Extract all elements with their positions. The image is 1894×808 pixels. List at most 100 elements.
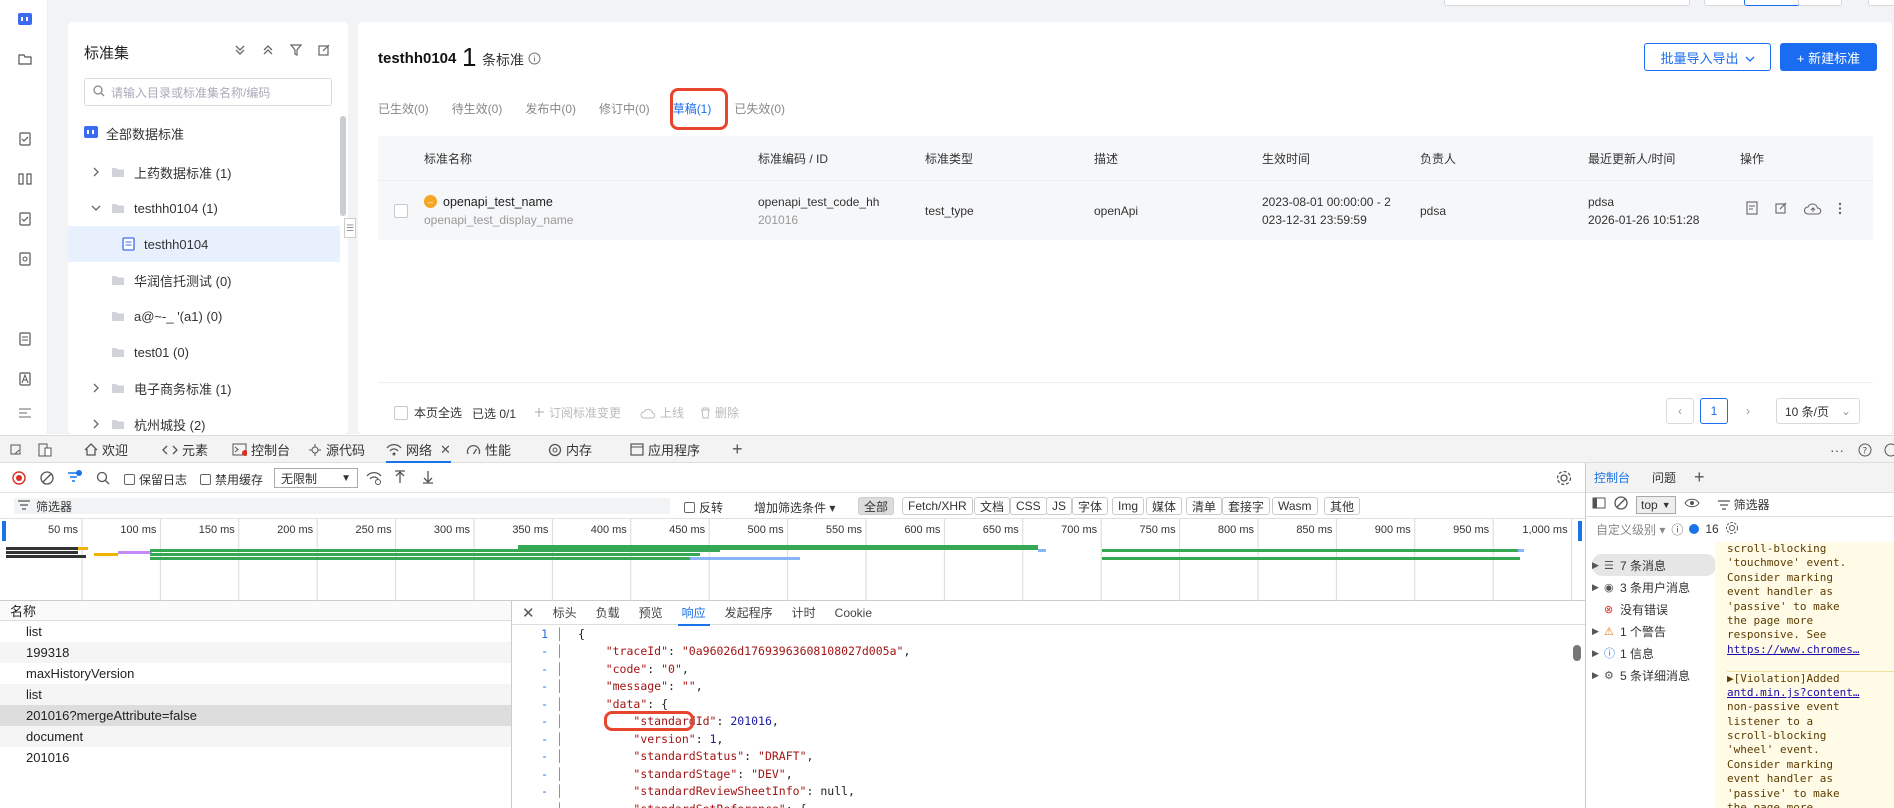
tree-node[interactable]: 电子商务标准 (1): [68, 370, 340, 406]
checklist-icon[interactable]: [14, 128, 36, 150]
chevron-right-icon[interactable]: [88, 380, 104, 396]
request-row[interactable]: list: [0, 684, 511, 705]
console-sidebar-item[interactable]: ▶ ⓘ 1 信息: [1592, 642, 1712, 664]
resource-type-filter[interactable]: 字体: [1072, 497, 1109, 515]
task-check-icon[interactable]: [14, 208, 36, 230]
row-checkbox[interactable]: [394, 203, 408, 218]
delete-button[interactable]: 删除: [700, 404, 739, 421]
import-har-icon[interactable]: [394, 470, 406, 487]
console-link[interactable]: https://www.chromes…: [1727, 643, 1894, 657]
select-all[interactable]: 本页全选: [394, 404, 462, 421]
sidebar-toggle-icon[interactable]: [1592, 497, 1606, 512]
info-icon[interactable]: [528, 52, 541, 68]
resource-type-filter[interactable]: 媒体: [1146, 497, 1183, 515]
filter-input[interactable]: 筛选器: [14, 498, 670, 514]
resource-type-filter[interactable]: Wasm: [1272, 497, 1318, 515]
close-tab-icon[interactable]: ✕: [440, 442, 451, 458]
tree-node[interactable]: testhh0104: [68, 226, 340, 262]
response-tab[interactable]: 发起程序: [725, 601, 773, 625]
filter-icon[interactable]: [288, 42, 304, 58]
console-link[interactable]: antd.min.js?content…: [1727, 686, 1894, 700]
export-har-icon[interactable]: [422, 470, 434, 487]
prev-page-button[interactable]: ‹: [1666, 398, 1694, 424]
batch-import-export-button[interactable]: 批量导入导出: [1644, 43, 1771, 71]
status-tab[interactable]: 已生效(0): [378, 90, 429, 132]
issues-count[interactable]: 16: [1705, 522, 1718, 536]
status-tab[interactable]: 已失效(0): [734, 90, 785, 132]
eye-icon[interactable]: [1684, 497, 1700, 512]
console-sidebar-item[interactable]: ▶ ⚠ 1 个警告: [1592, 620, 1712, 642]
add-tab-icon[interactable]: +: [732, 436, 743, 463]
issues-tab[interactable]: 问题: [1652, 469, 1676, 486]
timeline-canvas[interactable]: 50 ms 100 ms 150 ms 200 ms 250 ms 300 ms 350 m…: [0, 519, 1585, 601]
expand-all-icon[interactable]: [232, 42, 248, 58]
device-toolbar-icon[interactable]: [10, 436, 24, 463]
devtools-tab[interactable]: 元素: [162, 436, 208, 463]
document-icon[interactable]: [14, 328, 36, 350]
new-standard-button[interactable]: + 新建标准: [1780, 43, 1877, 71]
all-standards-item[interactable]: 全部数据标准: [84, 122, 184, 144]
console-sidebar-item[interactable]: ▶ ☰ 7 条消息: [1592, 554, 1716, 576]
response-tab[interactable]: Cookie: [835, 601, 872, 625]
close-devtools-icon[interactable]: [1884, 436, 1894, 463]
standard-name[interactable]: openapi_test_name: [443, 193, 553, 211]
view-detail-icon[interactable]: [1746, 201, 1759, 220]
settings-doc-icon[interactable]: [14, 248, 36, 270]
console-settings-icon[interactable]: [1725, 521, 1739, 538]
tree-node[interactable]: 上药数据标准 (1): [68, 154, 340, 190]
status-tab[interactable]: 修订中(0): [599, 90, 650, 132]
request-row[interactable]: 201016: [0, 747, 511, 768]
resource-type-filter[interactable]: 其他: [1324, 497, 1361, 515]
console-sidebar-item[interactable]: ▶ ⚙ 5 条详细消息: [1592, 664, 1712, 686]
edit-icon[interactable]: [1775, 202, 1788, 220]
top-button-fragment[interactable]: [1868, 0, 1894, 6]
chevron-right-icon[interactable]: [88, 164, 104, 180]
devtools-tab[interactable]: 源代码: [308, 436, 365, 463]
devtools-tab[interactable]: 应用程序: [630, 436, 700, 463]
resource-type-filter[interactable]: CSS: [1010, 497, 1047, 515]
page-number[interactable]: 1: [1700, 398, 1728, 424]
resource-type-filter[interactable]: 文档: [974, 497, 1011, 515]
clear-icon[interactable]: [40, 471, 54, 488]
console-filter[interactable]: 筛选器: [1717, 496, 1770, 513]
console-tab[interactable]: 控制台: [1594, 463, 1630, 493]
resource-type-filter[interactable]: 全部: [858, 497, 895, 515]
dashboard-icon[interactable]: [14, 8, 36, 30]
levels-dropdown[interactable]: 自定义级别 ▾: [1596, 521, 1665, 538]
throttle-select[interactable]: 无限制 ▼: [274, 468, 358, 488]
devtools-tab[interactable]: 网络 ✕: [386, 436, 451, 463]
resource-type-filter[interactable]: Img: [1112, 497, 1145, 515]
resource-type-filter[interactable]: Fetch/XHR: [902, 497, 973, 515]
context-select[interactable]: top ▼: [1636, 495, 1676, 514]
search-input[interactable]: 请输入目录或标准集名称/编码: [84, 78, 332, 106]
folder-icon[interactable]: [14, 48, 36, 70]
close-pane-icon[interactable]: ✕: [522, 604, 535, 622]
disable-cache-checkbox[interactable]: 禁用缓存: [200, 471, 263, 488]
collapse-all-icon[interactable]: [260, 42, 276, 58]
console-sidebar-item[interactable]: ⊗ 没有错误: [1592, 598, 1712, 620]
tree-node[interactable]: a@~-_ '(a1) (0): [68, 298, 340, 334]
status-tab[interactable]: 发布中(0): [525, 90, 576, 132]
timeline-handle[interactable]: [2, 521, 6, 541]
select-all-checkbox[interactable]: [394, 405, 408, 420]
tree-node[interactable]: 华润信托测试 (0): [68, 262, 340, 298]
response-tab[interactable]: 负载: [596, 601, 620, 625]
response-tab[interactable]: 计时: [792, 601, 816, 625]
clear-console-icon[interactable]: [1614, 496, 1628, 513]
tree-node[interactable]: testhh0104 (1): [68, 190, 340, 226]
subscribe-button[interactable]: 订阅标准变更: [534, 404, 621, 421]
chevron-down-icon[interactable]: [88, 200, 104, 216]
chevron-right-icon[interactable]: [88, 416, 104, 432]
resource-type-filter[interactable]: JS: [1046, 497, 1073, 515]
resource-type-filter[interactable]: 套接字: [1222, 497, 1271, 515]
devtools-tab[interactable]: 欢迎: [84, 436, 128, 463]
response-scrollbar[interactable]: [1573, 645, 1581, 661]
more-filters-dropdown[interactable]: 增加筛选条件 ▾: [754, 499, 835, 516]
cloud-upload-icon[interactable]: [1803, 202, 1822, 220]
top-button-fragment[interactable]: [1798, 0, 1842, 6]
filter-toggle-icon[interactable]: [66, 469, 82, 488]
request-row[interactable]: list: [0, 621, 511, 642]
collapse-menu-icon[interactable]: [14, 402, 36, 424]
publish-button[interactable]: 上线: [640, 404, 684, 421]
search-icon[interactable]: [96, 471, 110, 488]
